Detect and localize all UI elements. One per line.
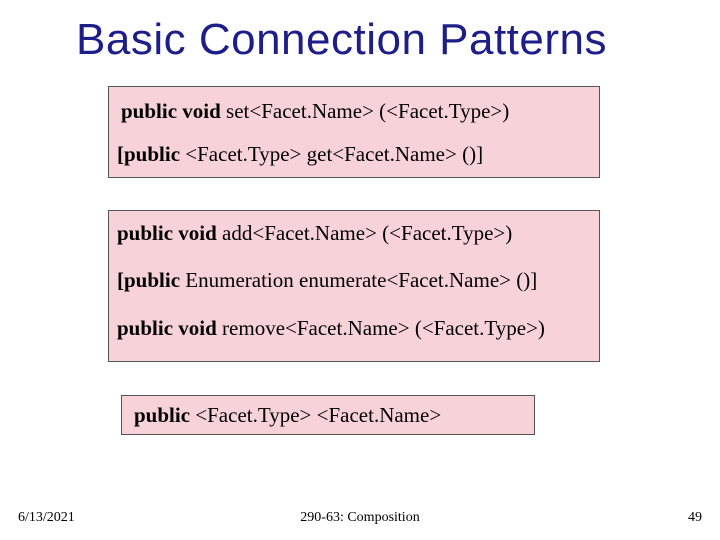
code-line: public <Facet.Type> <Facet.Name> xyxy=(134,402,526,429)
code-text: <Facet.Type> get<Facet.Name> ()] xyxy=(180,142,483,166)
page-title: Basic Connection Patterns xyxy=(76,15,607,65)
code-text: set<Facet.Name> (<Facet.Type>) xyxy=(221,99,509,123)
code-line: [public <Facet.Type> get<Facet.Name> ()] xyxy=(117,140,591,169)
slide: Basic Connection Patterns public void se… xyxy=(0,0,720,540)
footer-center: 290-63: Composition xyxy=(0,510,720,526)
keyword: public xyxy=(134,403,190,427)
code-line: public void remove<Facet.Name> (<Facet.T… xyxy=(117,314,591,343)
code-line: public void add<Facet.Name> (<Facet.Type… xyxy=(117,219,591,248)
keyword: public void xyxy=(121,99,221,123)
code-text: remove<Facet.Name> (<Facet.Type>) xyxy=(217,316,545,340)
code-line: public void set<Facet.Name> (<Facet.Type… xyxy=(121,97,591,126)
code-text: add<Facet.Name> (<Facet.Type>) xyxy=(217,221,512,245)
code-text: Enumeration enumerate<Facet.Name> ()] xyxy=(180,268,537,292)
code-line: [public Enumeration enumerate<Facet.Name… xyxy=(117,266,591,295)
footer-page-number: 49 xyxy=(688,510,702,526)
pattern-box-2: public void add<Facet.Name> (<Facet.Type… xyxy=(108,210,600,362)
keyword: public void xyxy=(117,221,217,245)
keyword: [public xyxy=(117,142,180,166)
keyword: [public xyxy=(117,268,180,292)
keyword: public void xyxy=(117,316,217,340)
pattern-box-1: public void set<Facet.Name> (<Facet.Type… xyxy=(108,86,600,178)
code-text: <Facet.Type> <Facet.Name> xyxy=(190,403,441,427)
pattern-box-3: public <Facet.Type> <Facet.Name> xyxy=(121,395,535,435)
